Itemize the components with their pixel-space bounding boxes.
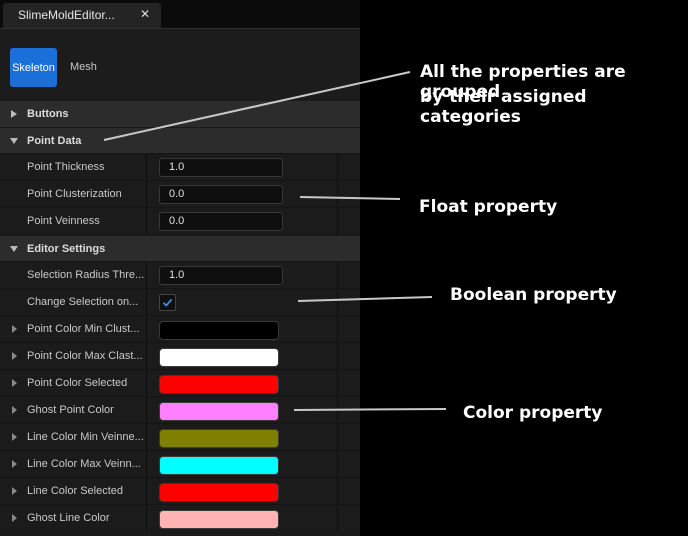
pointer-line-boolean <box>297 296 433 302</box>
pointer-line-color <box>293 408 447 411</box>
pointer-line-float <box>299 196 401 200</box>
pointer-line-categories <box>103 71 411 141</box>
annotation-lines <box>103 71 447 411</box>
